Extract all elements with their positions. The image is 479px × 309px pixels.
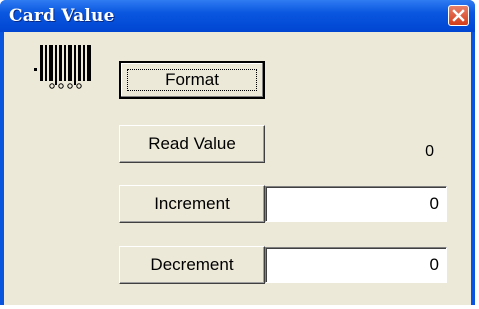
barcode-icon — [34, 45, 91, 89]
decrement-button-label: Decrement — [150, 255, 234, 274]
card-value-window: Card Value Format Read Value 0 Increment… — [0, 0, 475, 305]
read-value-result: 0 — [425, 143, 434, 160]
window-title: Card Value — [9, 6, 115, 26]
close-icon — [452, 9, 465, 22]
format-button-label: Format — [165, 70, 219, 89]
increment-button[interactable]: Increment — [119, 185, 265, 223]
read-value-button-label: Read Value — [148, 134, 236, 153]
increment-value-field[interactable]: 0 — [265, 186, 447, 222]
close-button[interactable] — [448, 5, 469, 26]
read-value-button[interactable]: Read Value — [119, 125, 265, 163]
title-bar[interactable]: Card Value — [0, 0, 475, 32]
format-button[interactable]: Format — [119, 61, 265, 99]
decrement-value-field[interactable]: 0 — [265, 247, 447, 283]
increment-button-label: Increment — [154, 194, 230, 213]
dialog-body: Format Read Value 0 Increment 0 Decremen… — [4, 32, 471, 305]
decrement-button[interactable]: Decrement — [119, 246, 265, 284]
